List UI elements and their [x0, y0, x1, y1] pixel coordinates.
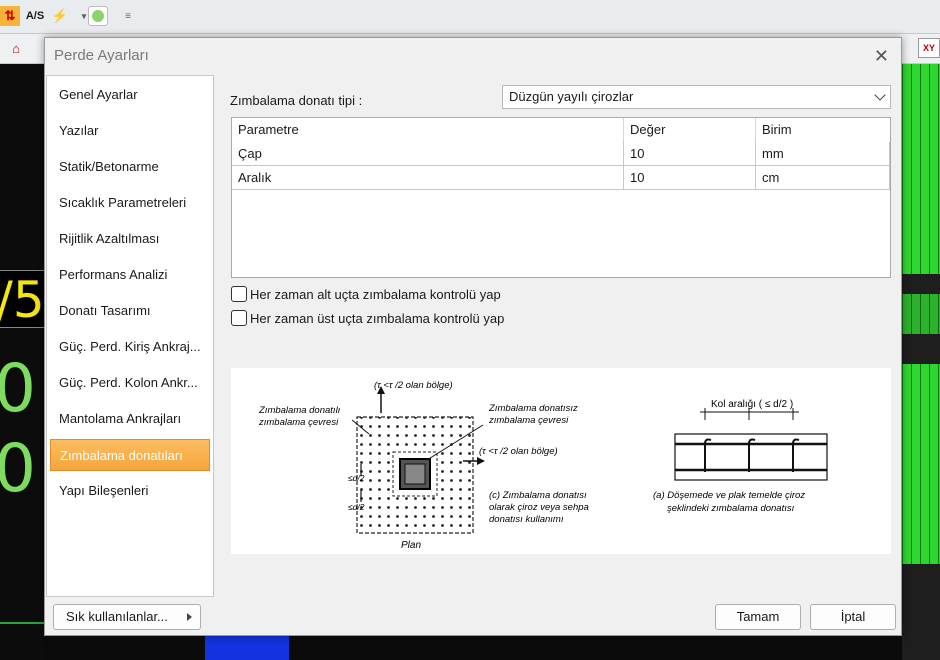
mesh-middle: [902, 294, 940, 334]
nav-item-genel-ayarlar[interactable]: Genel Ayarlar: [50, 79, 210, 111]
unreinforced-label-2: zımbalama çevresi: [488, 415, 569, 426]
favorites-button[interactable]: Sık kullanılanlar...: [53, 604, 201, 630]
nav-item-donati-tasarimi[interactable]: Donatı Tasarımı: [50, 295, 210, 327]
nav-item-rijitlik[interactable]: Rijitlik Azaltılması: [50, 223, 210, 255]
right-zone-label: (τ <τ /2 olan bölge): [479, 446, 558, 457]
nav-item-kiris-ankraj[interactable]: Güç. Perd. Kiriş Ankraj...: [50, 331, 210, 363]
perde-ayarlari-dialog: Perde Ayarları ✕ Genel Ayarlar Yazılar S…: [44, 37, 902, 636]
chevron-down-icon: [874, 89, 886, 101]
top-zone-label: (τ <τ /2 olan bölge): [374, 380, 453, 391]
d2-label-b: ≤d/2: [348, 502, 365, 512]
nav-item-mantolama[interactable]: Mantolama Ankrajları: [50, 403, 210, 435]
cell-value[interactable]: 10: [624, 166, 756, 190]
sort-icon[interactable]: ⇅: [0, 6, 20, 26]
chevron-right-icon: [187, 613, 192, 621]
nav-item-yapi-bilesenleri[interactable]: Yapı Bileşenleri: [50, 475, 210, 507]
bottom-punching-checkbox[interactable]: [231, 286, 247, 302]
plan-label: Plan: [401, 540, 421, 551]
column-header-birim[interactable]: Birim: [756, 118, 890, 142]
caption-a-2: şeklindeki zımbalama donatısı: [667, 503, 795, 514]
d2-label-a: ≤d/2: [348, 473, 365, 483]
app-bottom-strip: [44, 636, 902, 660]
punching-type-value: Düzgün yayılı çirozlar: [509, 89, 634, 104]
kol-label: Kol aralığı ( ≤ d/2 ): [711, 399, 793, 410]
reinforced-label-1: Zımbalama donatılı: [258, 405, 341, 416]
cell-parameter: Çap: [232, 142, 624, 166]
green-label-1: 0: [0, 350, 36, 427]
slab-section: [674, 433, 828, 481]
mesh-lower: [902, 364, 940, 564]
favorites-label: Sık kullanılanlar...: [66, 609, 168, 624]
grid-header: Parametre Değer Birim: [232, 118, 890, 142]
ok-button[interactable]: Tamam: [715, 604, 801, 630]
nav-item-sicaklik[interactable]: Sıcaklık Parametreleri: [50, 187, 210, 219]
parameter-grid: Parametre Değer Birim Çap 10 mm Aralık 1…: [231, 117, 891, 278]
unreinforced-label-1: Zımbalama donatısız: [488, 403, 578, 414]
close-icon[interactable]: ✕: [874, 46, 889, 67]
mesh-upper: [902, 64, 940, 274]
top-punching-label: Her zaman üst uçta zımbalama kontrolü ya…: [250, 311, 505, 326]
overflow-icon[interactable]: ≡: [118, 6, 138, 26]
table-row: Aralık 10 cm: [232, 166, 890, 190]
arrow-right-head: [477, 457, 485, 465]
caption-c-2: olarak çiroz veya sehpa: [489, 502, 589, 513]
punching-type-select[interactable]: Düzgün yayılı çirozlar: [502, 85, 891, 109]
column-header-deger[interactable]: Değer: [624, 118, 756, 142]
dialog-title: Perde Ayarları: [54, 47, 149, 64]
caption-a-1: (a) Döşemede ve plak temelde çiroz: [653, 490, 805, 501]
blue-block: [205, 636, 289, 660]
nav-item-zimbalama[interactable]: Zımbalama donatıları: [50, 439, 210, 471]
nav-item-performans[interactable]: Performans Analizi: [50, 259, 210, 291]
cell-unit: cm: [756, 166, 890, 190]
settings-content: Zımbalama donatı tipi : Düzgün yayılı çi…: [221, 75, 895, 597]
cell-unit: mm: [756, 142, 890, 166]
punching-type-label: Zımbalama donatı tipi :: [230, 93, 363, 108]
cell-value[interactable]: 10: [624, 142, 756, 166]
app-toolbar: ⇅ A/S ⚡ ▾ ≡: [0, 0, 940, 34]
sphere-icon[interactable]: [88, 6, 108, 26]
as-icon[interactable]: A/S: [24, 6, 46, 26]
caption-c-1: (c) Zımbalama donatısı: [489, 490, 587, 501]
green-line: [0, 622, 44, 624]
green-label-2: 0: [0, 430, 36, 507]
punching-diagram-svg: (τ <τ /2 olan bölge) Zımbalama donatılı …: [258, 380, 828, 551]
lightning-icon[interactable]: ⚡: [50, 6, 70, 26]
punching-diagram: (τ <τ /2 olan bölge) Zımbalama donatılı …: [231, 368, 891, 554]
yellow-label: /5: [0, 270, 44, 328]
cancel-button[interactable]: İptal: [810, 604, 896, 630]
nav-item-kolon-ankraj[interactable]: Güç. Perd. Kolon Ankr...: [50, 367, 210, 399]
cell-parameter: Aralık: [232, 166, 624, 190]
drawing-area-left: /5 0 0: [0, 64, 44, 660]
top-punching-checkbox[interactable]: [231, 310, 247, 326]
caption-c-3: donatısı kullanımı: [489, 514, 564, 525]
bottom-punching-label: Her zaman alt uçta zımbalama kontrolü ya…: [250, 287, 501, 302]
nav-item-yazilar[interactable]: Yazılar: [50, 115, 210, 147]
reinforced-label-2: zımbalama çevresi: [258, 417, 339, 428]
xy-icon[interactable]: XY: [918, 38, 940, 58]
cloud-icon[interactable]: ⌂: [6, 38, 26, 58]
column-header-parametre[interactable]: Parametre: [232, 118, 624, 142]
column-inner: [404, 463, 426, 485]
model-view-right: [902, 64, 940, 660]
nav-item-statik-betonarme[interactable]: Statik/Betonarme: [50, 151, 210, 183]
settings-nav: Genel Ayarlar Yazılar Statik/Betonarme S…: [46, 75, 214, 597]
table-row: Çap 10 mm: [232, 142, 890, 166]
